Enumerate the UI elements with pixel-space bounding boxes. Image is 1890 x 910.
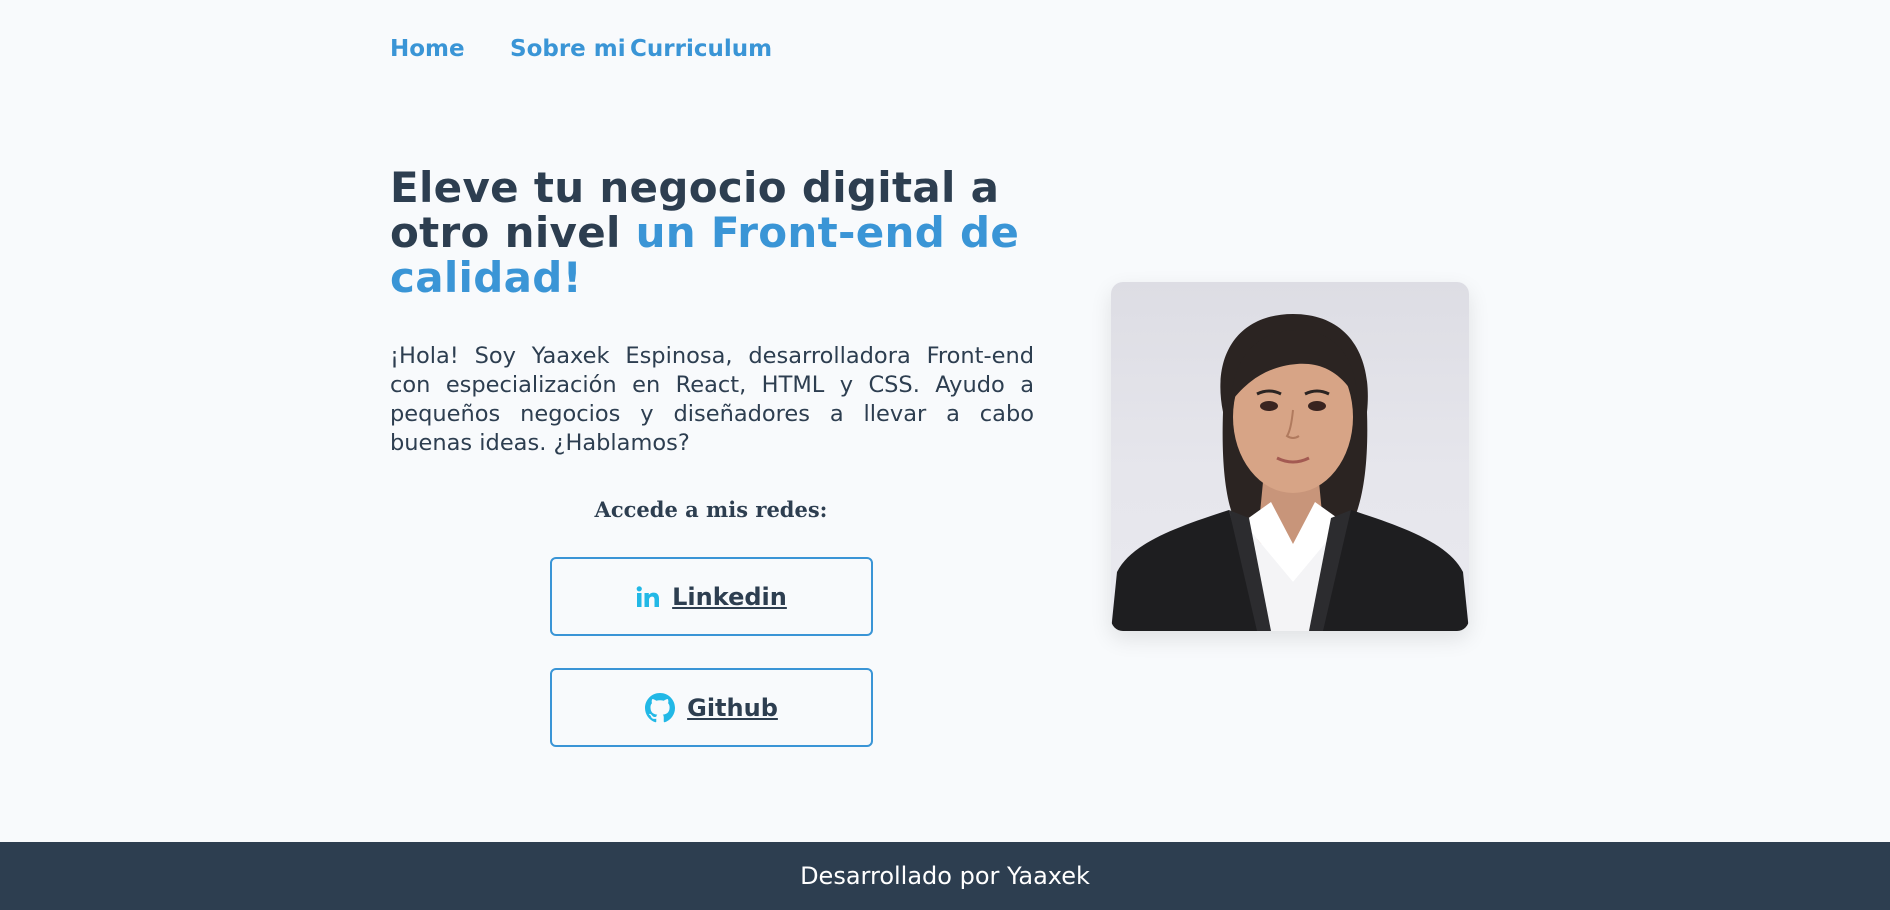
nav-curriculum-link[interactable]: Curriculum: [630, 36, 772, 62]
site-footer: Desarrollado por Yaaxek: [0, 842, 1890, 910]
github-icon: [645, 692, 676, 723]
main-nav: Home Sobre mi Curriculum: [390, 36, 772, 62]
profile-photo: [1111, 282, 1469, 631]
nav-about-link[interactable]: Sobre mi: [510, 36, 630, 62]
intro-paragraph: ¡Hola! Soy Yaaxek Espinosa, desarrollado…: [390, 343, 1034, 456]
linkedin-label: Linkedin: [672, 582, 787, 611]
linkedin-icon: [636, 585, 660, 608]
footer-text: Desarrollado por Yaaxek: [800, 862, 1090, 890]
linkedin-button[interactable]: Linkedin: [550, 557, 873, 636]
github-button[interactable]: Github: [550, 668, 873, 747]
social-heading: Accede a mis redes:: [594, 497, 828, 522]
hero-title: Eleve tu negocio digital a otro nivel un…: [390, 165, 1030, 300]
nav-home-link[interactable]: Home: [390, 36, 510, 62]
github-label: Github: [687, 693, 778, 722]
